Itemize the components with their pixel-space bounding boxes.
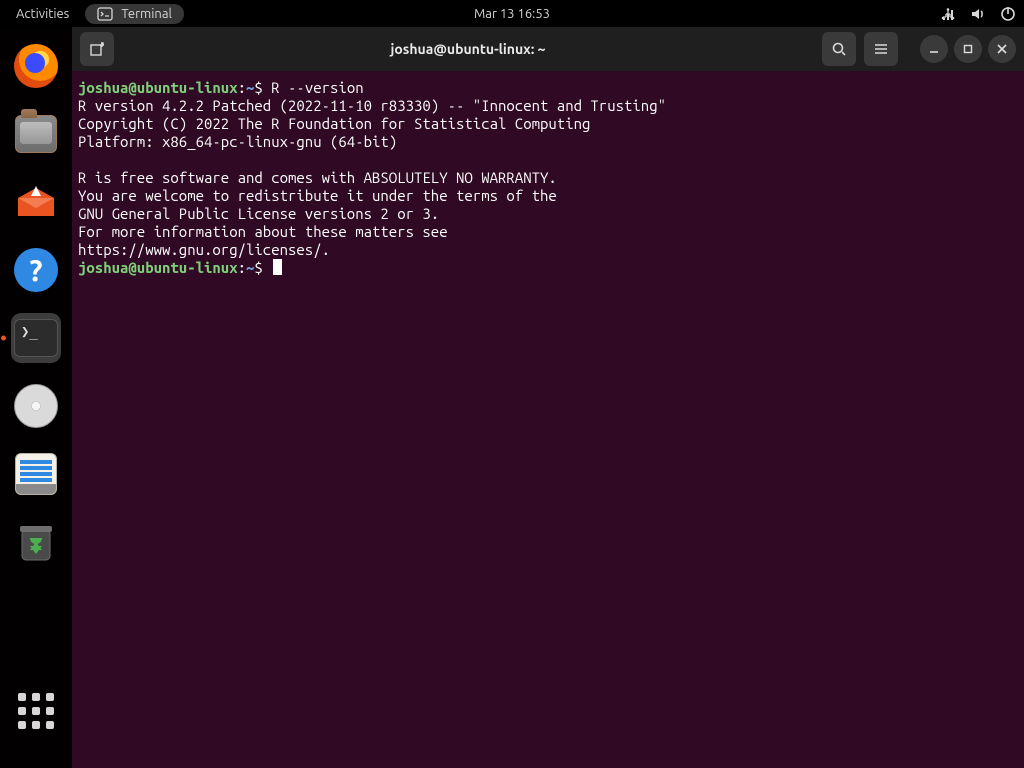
gnome-top-bar: Activities Terminal Mar 13 16:53: [0, 0, 1024, 27]
activities-button[interactable]: Activities: [8, 5, 77, 23]
maximize-button[interactable]: [954, 35, 982, 63]
terminal-content[interactable]: joshua@ubuntu-linux:~$ R --version R ver…: [72, 71, 1024, 285]
new-tab-button[interactable]: [80, 32, 114, 66]
show-applications-button[interactable]: [11, 686, 61, 736]
dock-item-text-editor[interactable]: [11, 449, 61, 499]
active-app-indicator[interactable]: Terminal: [85, 4, 184, 24]
dock-item-trash[interactable]: [11, 517, 61, 567]
dock-item-firefox[interactable]: [11, 41, 61, 91]
files-icon: [15, 115, 57, 153]
command-output: R version 4.2.2 Patched (2022-11-10 r833…: [78, 97, 666, 258]
dock: ?: [0, 27, 72, 768]
maximize-icon: [962, 43, 974, 55]
disc-icon: [14, 384, 58, 428]
prompt-user: joshua@ubuntu-linux: [78, 79, 238, 96]
prompt-dollar: $: [254, 79, 271, 96]
trash-icon: [16, 520, 56, 564]
dock-item-terminal[interactable]: [11, 313, 61, 363]
software-icon: [14, 182, 58, 222]
firefox-icon: [14, 44, 58, 88]
new-tab-icon: [89, 41, 105, 57]
dock-item-help[interactable]: ?: [11, 245, 61, 295]
terminal-app-icon: [14, 319, 58, 357]
close-icon: [996, 43, 1008, 55]
dock-item-disc[interactable]: [11, 381, 61, 431]
power-icon[interactable]: [1000, 6, 1016, 22]
volume-icon[interactable]: [970, 6, 986, 22]
dock-item-software[interactable]: [11, 177, 61, 227]
network-icon[interactable]: [940, 6, 956, 22]
command-text: R --version: [271, 79, 363, 96]
prompt-sep: :: [238, 259, 246, 276]
prompt-sep: :: [238, 79, 246, 96]
terminal-icon: [97, 6, 113, 22]
hamburger-menu-button[interactable]: [864, 32, 898, 66]
search-button[interactable]: [822, 32, 856, 66]
prompt-user: joshua@ubuntu-linux: [78, 259, 238, 276]
prompt-dollar: $: [254, 259, 271, 276]
text-editor-icon: [15, 453, 57, 495]
cursor: [273, 259, 282, 275]
dock-item-files[interactable]: [11, 109, 61, 159]
minimize-icon: [928, 43, 940, 55]
window-titlebar: joshua@ubuntu-linux: ~: [72, 27, 1024, 71]
close-button[interactable]: [988, 35, 1016, 63]
minimize-button[interactable]: [920, 35, 948, 63]
clock[interactable]: Mar 13 16:53: [474, 7, 550, 21]
help-icon: ?: [14, 248, 58, 292]
window-title: joshua@ubuntu-linux: ~: [122, 41, 814, 57]
terminal-window: joshua@ubuntu-linux: ~ joshua@ubuntu-lin…: [72, 27, 1024, 768]
hamburger-icon: [873, 41, 889, 57]
active-app-label: Terminal: [121, 7, 172, 21]
search-icon: [831, 41, 847, 57]
